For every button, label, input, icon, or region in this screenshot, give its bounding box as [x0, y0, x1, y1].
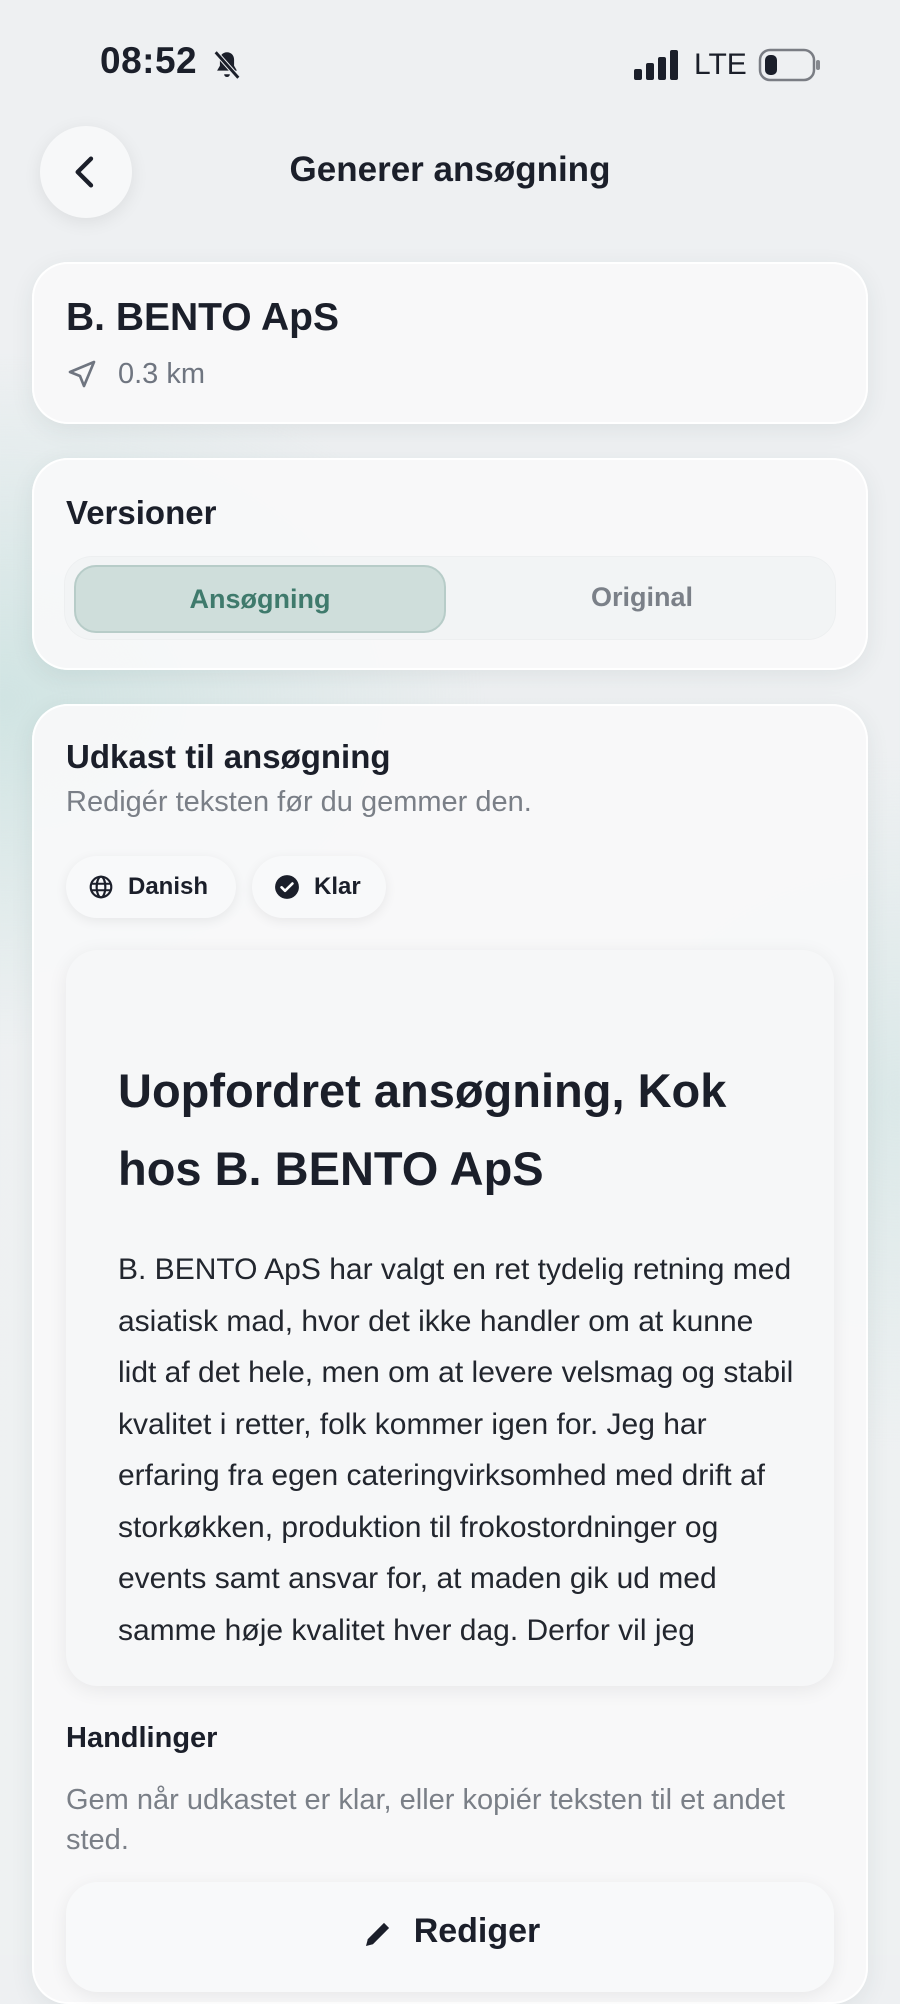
- company-card: [32, 262, 868, 424]
- edit-button-label: Rediger: [413, 1912, 541, 1950]
- bell-muted-icon: [213, 50, 241, 80]
- battery-icon: [758, 48, 820, 82]
- page-title: Generer ansøgning: [289, 150, 611, 189]
- document-heading: Uopfordret ansøgning, Kok hos B. BENTO A…: [118, 1064, 727, 1195]
- language-chip-label: Danish: [128, 873, 209, 900]
- network-label: LTE: [694, 48, 747, 81]
- actions-subtitle: Gem når udkastet er klar, eller kopiér t…: [66, 1784, 785, 1856]
- globe-icon: [89, 875, 113, 899]
- versions-title: Versioner: [66, 494, 217, 531]
- language-chip[interactable]: Danish: [66, 856, 236, 918]
- signal-icon: [634, 50, 678, 80]
- pencil-icon: [365, 1922, 389, 1946]
- actions-title: Handlinger: [66, 1722, 218, 1754]
- tab-original[interactable]: Original: [456, 565, 828, 629]
- check-circle-icon: [275, 875, 299, 899]
- document-body: B. BENTO ApS har valgt en ret tydelig re…: [118, 1253, 794, 1647]
- draft-subtitle: Redigér teksten før du gemmer den.: [66, 786, 532, 818]
- company-name: B. BENTO ApS: [66, 296, 340, 339]
- document-editor[interactable]: Uopfordret ansøgning, Kok hos B. BENTO A…: [66, 950, 834, 1686]
- status-time: 08:52: [100, 40, 198, 81]
- status-chip[interactable]: Klar: [252, 856, 386, 918]
- status-chip-label: Klar: [314, 873, 361, 900]
- draft-title: Udkast til ansøgning: [66, 738, 391, 775]
- distance-label: 0.3 km: [118, 358, 206, 390]
- tab-ansoegning[interactable]: Ansøgning: [74, 565, 446, 633]
- location-arrow-icon: [68, 360, 96, 388]
- edit-button[interactable]: Rediger: [66, 1882, 834, 1992]
